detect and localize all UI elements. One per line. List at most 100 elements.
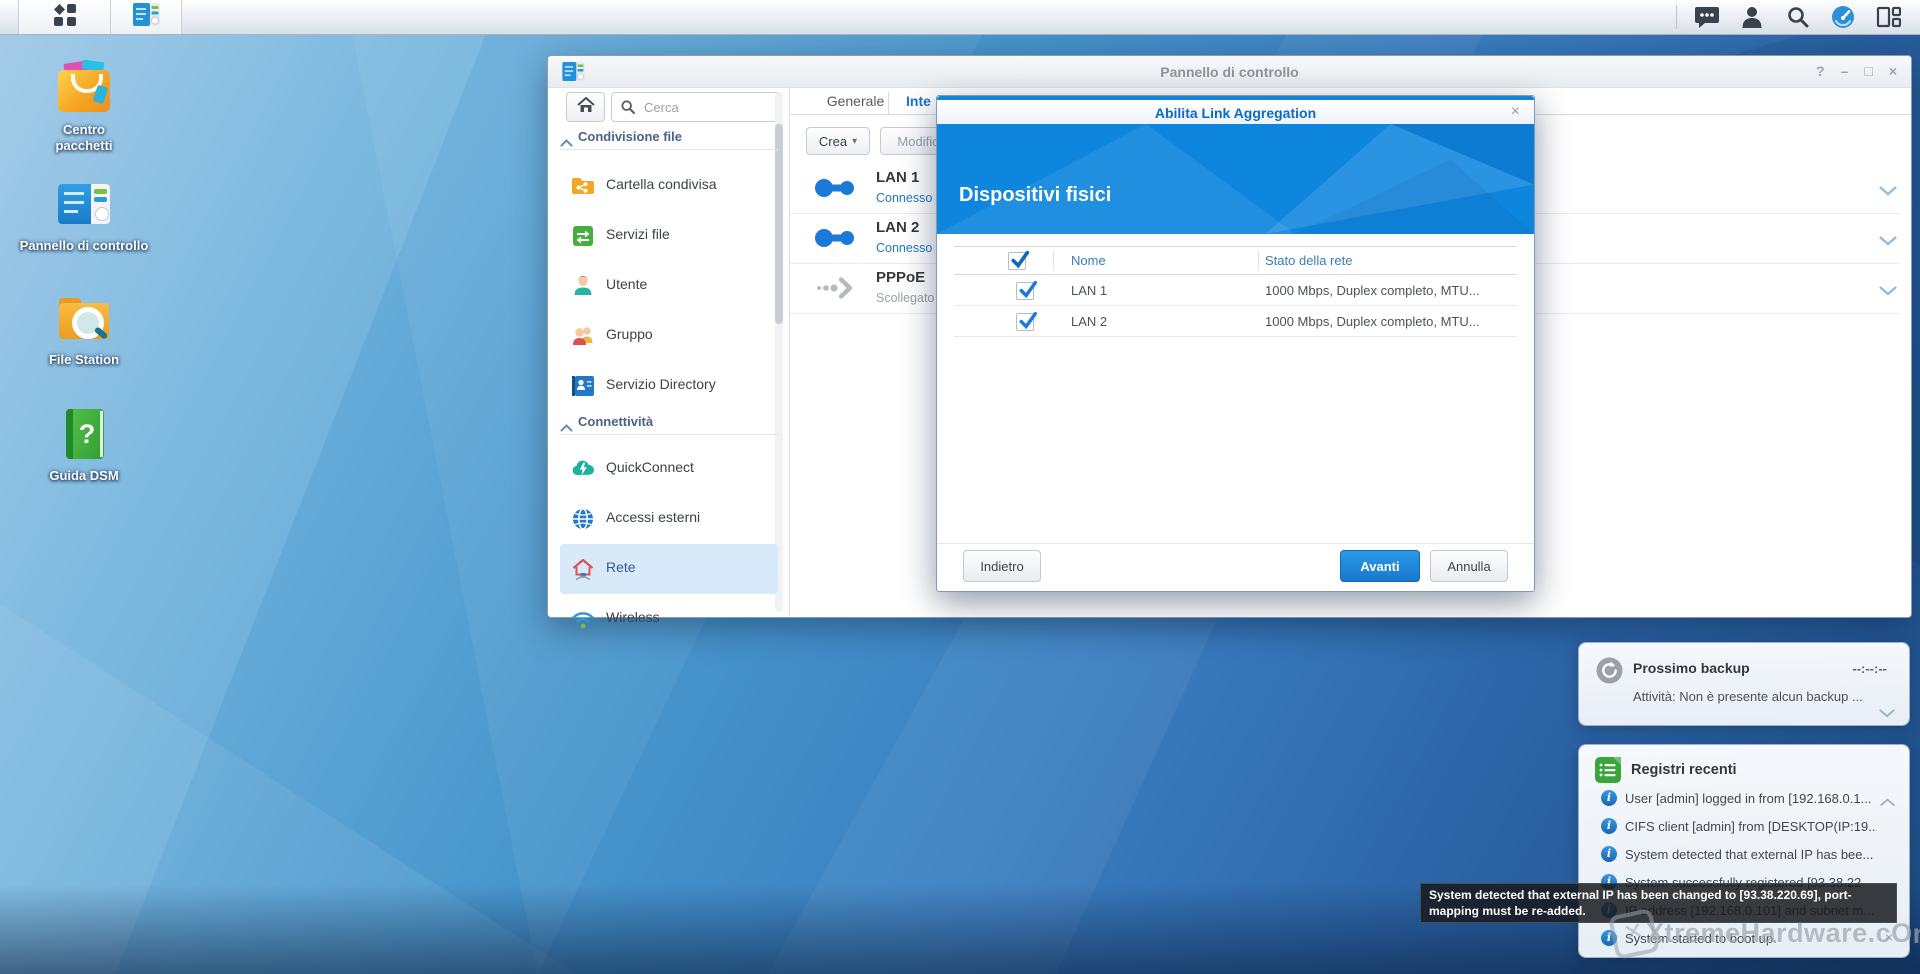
- select-all-checkbox[interactable]: [1008, 252, 1026, 270]
- main-menu-button[interactable]: [18, 0, 112, 34]
- taskbar-control-panel-button[interactable]: [110, 0, 182, 34]
- log-entry[interactable]: i CIFS client [admin] from [DESKTOP(IP:1…: [1579, 813, 1909, 841]
- info-icon: i: [1601, 790, 1617, 806]
- resource-monitor-icon[interactable]: [1831, 5, 1855, 34]
- backup-next-time: --:--:--: [1852, 661, 1887, 676]
- lan-connected-icon: [814, 174, 858, 207]
- sidebar-item-servizi-file[interactable]: Servizi file: [560, 211, 778, 261]
- banner-facet: [937, 124, 1534, 234]
- sidebar-item-label: Utente: [606, 276, 647, 292]
- chevron-down-icon[interactable]: [1879, 705, 1895, 723]
- cell-status: 1000 Mbps, Duplex completo, MTU...: [1265, 314, 1480, 329]
- minimize-button[interactable]: –: [1841, 63, 1849, 79]
- row-checkbox[interactable]: [1016, 313, 1034, 331]
- desktop-icon-control-panel[interactable]: Pannello di controllo: [9, 176, 159, 254]
- tooltip-text: System detected that external IP has bee…: [1429, 888, 1852, 918]
- sidebar-item-cartella-condivisa[interactable]: Cartella condivisa: [560, 161, 778, 211]
- table-row[interactable]: LAN 1 1000 Mbps, Duplex completo, MTU...: [954, 275, 1517, 306]
- divider: [1258, 251, 1259, 270]
- help-button[interactable]: ?: [1816, 63, 1825, 79]
- interface-name: LAN 1: [876, 169, 919, 186]
- log-entry[interactable]: i System started to boot up. ×: [1579, 925, 1909, 953]
- divider: [888, 92, 889, 114]
- dropdown-caret-icon: ▾: [852, 136, 857, 147]
- pppoe-disconnected-icon: [814, 274, 858, 307]
- column-header-stato[interactable]: Stato della rete: [1265, 253, 1352, 268]
- close-button[interactable]: ×: [1889, 63, 1897, 79]
- sidebar-item-quickconnect[interactable]: QuickConnect: [560, 444, 778, 494]
- search-box: [611, 92, 781, 122]
- chevron-down-icon[interactable]: [1879, 283, 1897, 301]
- back-button[interactable]: Indietro: [963, 550, 1041, 582]
- sidebar-item-label: Servizio Directory: [606, 376, 716, 392]
- desktop: Centro pacchetti Pannello di controllo F…: [0, 0, 1920, 974]
- home-icon: [577, 97, 595, 118]
- sidebar-item-label: Rete: [606, 559, 636, 575]
- table-header: Nome Stato della rete: [954, 246, 1517, 275]
- chevron-down-icon[interactable]: [1879, 183, 1897, 201]
- column-header-nome[interactable]: Nome: [1071, 253, 1106, 268]
- backup-activity: Attività: Non è presente alcun backup ..…: [1633, 689, 1863, 704]
- log-icon: [1595, 757, 1621, 788]
- cancel-button[interactable]: Annulla: [1430, 550, 1508, 582]
- info-icon: i: [1601, 930, 1617, 946]
- backup-icon: [1596, 657, 1623, 689]
- quickconnect-icon: [570, 456, 596, 487]
- backup-widget: Prossimo backup --:--:-- Attività: Non è…: [1578, 642, 1910, 726]
- tab-generale[interactable]: Generale: [813, 93, 898, 109]
- divider: [789, 87, 790, 616]
- sidebar-item-label: Accessi esterni: [606, 509, 700, 525]
- wireless-icon: [570, 606, 596, 637]
- package-center-icon: [56, 60, 112, 116]
- cell-name: LAN 1: [1071, 283, 1107, 298]
- taskbar-separator: [1676, 5, 1677, 29]
- crea-button[interactable]: Crea▾: [806, 127, 870, 155]
- search-input[interactable]: [642, 96, 776, 118]
- chevron-up-icon[interactable]: [1880, 794, 1895, 812]
- sidebar-section-title[interactable]: Condivisione file: [578, 129, 682, 144]
- table-row[interactable]: LAN 2 1000 Mbps, Duplex completo, MTU...: [954, 306, 1517, 337]
- network-icon: [570, 556, 596, 587]
- sidebar-section-title[interactable]: Connettività: [578, 414, 653, 429]
- sidebar-item-accessi-esterni[interactable]: Accessi esterni: [560, 494, 778, 544]
- user-icon[interactable]: [1740, 5, 1764, 34]
- tab-interfaccia-di-rete[interactable]: Inte: [906, 93, 931, 109]
- divider: [937, 543, 1534, 544]
- dialog-titlebar[interactable]: Abilita Link Aggregation ×: [937, 100, 1534, 124]
- file-station-icon: [56, 290, 112, 346]
- interface-name: PPPoE: [876, 269, 925, 286]
- widget-title: Registri recenti: [1631, 762, 1737, 778]
- external-access-icon: [570, 506, 596, 537]
- desktop-icon-file-station[interactable]: File Station: [9, 290, 159, 368]
- log-entry[interactable]: i User [admin] logged in from [192.168.0…: [1579, 785, 1909, 813]
- window-titlebar[interactable]: Pannello di controllo ? – □ ×: [548, 56, 1911, 88]
- sidebar-item-wireless[interactable]: Wireless: [560, 594, 778, 644]
- widgets-icon[interactable]: [1876, 5, 1901, 34]
- search-icon: [620, 99, 636, 120]
- next-button[interactable]: Avanti: [1340, 550, 1420, 582]
- dialog-banner: Dispositivi fisici: [937, 124, 1534, 234]
- desktop-icon-package-center[interactable]: Centro pacchetti: [9, 60, 159, 154]
- dialog-step-title: Dispositivi fisici: [959, 184, 1111, 207]
- home-button[interactable]: [566, 92, 605, 122]
- maximize-button[interactable]: □: [1864, 63, 1872, 79]
- log-entry[interactable]: i System detected that external IP has b…: [1579, 841, 1909, 869]
- sidebar-item-label: QuickConnect: [606, 459, 694, 475]
- search-icon[interactable]: [1786, 5, 1810, 34]
- dialog-close-icon[interactable]: ×: [1511, 103, 1520, 121]
- sidebar-item-rete[interactable]: Rete: [560, 544, 778, 594]
- row-checkbox[interactable]: [1016, 282, 1034, 300]
- close-icon[interactable]: ×: [1885, 929, 1893, 945]
- chat-icon[interactable]: [1694, 5, 1720, 34]
- sidebar-item-servizio-directory[interactable]: Servizio Directory: [560, 361, 778, 411]
- sidebar-item-utente[interactable]: Utente: [560, 261, 778, 311]
- sidebar-item-label: Servizi file: [606, 226, 670, 242]
- chevron-down-icon[interactable]: [1879, 233, 1897, 251]
- desktop-icon-label: Pannello di controllo: [9, 238, 159, 254]
- window-title: Pannello di controllo: [548, 64, 1911, 80]
- dialog-title: Abilita Link Aggregation: [937, 105, 1534, 121]
- cell-name: LAN 2: [1071, 314, 1107, 329]
- sidebar-item-gruppo[interactable]: Gruppo: [560, 311, 778, 361]
- shared-folder-icon: [570, 173, 596, 204]
- desktop-icon-dsm-help[interactable]: ? Guida DSM: [9, 406, 159, 484]
